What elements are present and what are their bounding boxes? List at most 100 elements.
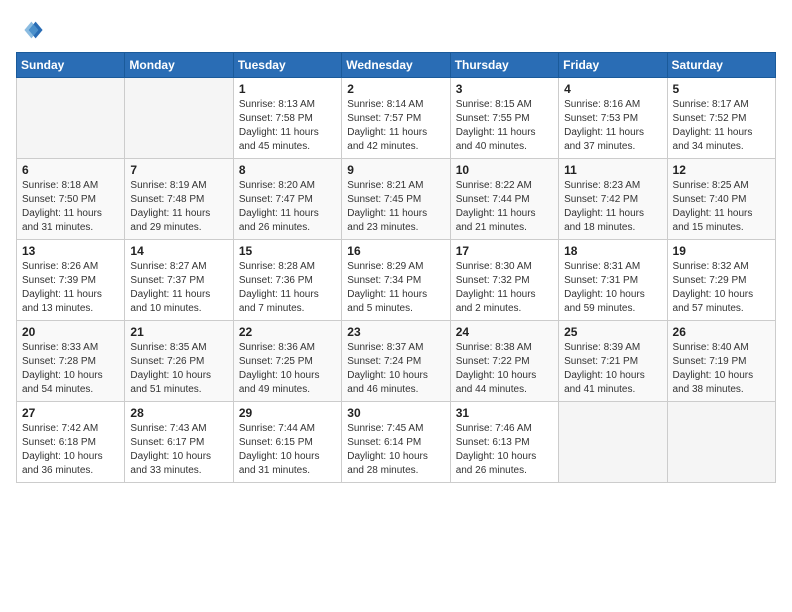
day-number: 19 [673,244,770,258]
calendar-cell: 16 Sunrise: 8:29 AM Sunset: 7:34 PM Dayli… [342,240,450,321]
calendar-cell: 18 Sunrise: 8:31 AM Sunset: 7:31 PM Dayli… [559,240,667,321]
day-info: Sunrise: 8:17 AM Sunset: 7:52 PM Dayligh… [673,98,770,154]
day-number: 17 [456,244,553,258]
calendar-cell: 17 Sunrise: 8:30 AM Sunset: 7:32 PM Dayli… [450,240,558,321]
day-info: Sunrise: 8:22 AM Sunset: 7:44 PM Dayligh… [456,179,553,235]
day-info: Sunrise: 8:30 AM Sunset: 7:32 PM Dayligh… [456,260,553,316]
day-number: 18 [564,244,661,258]
day-number: 10 [456,163,553,177]
day-info: Sunrise: 8:39 AM Sunset: 7:21 PM Dayligh… [564,341,661,397]
calendar-cell: 5 Sunrise: 8:17 AM Sunset: 7:52 PM Daylig… [667,78,775,159]
calendar-cell: 3Sunrise: 8:15 AM Sunset: 7:55 PM Daylig… [450,78,558,159]
calendar-cell: 25 Sunrise: 8:39 AM Sunset: 7:21 PM Dayli… [559,321,667,402]
calendar-cell: 2Sunrise: 8:14 AM Sunset: 7:57 PM Daylig… [342,78,450,159]
day-info: Sunrise: 8:27 AM Sunset: 7:37 PM Dayligh… [130,260,227,316]
day-info: Sunrise: 8:33 AM Sunset: 7:28 PM Dayligh… [22,341,119,397]
day-info: Sunrise: 8:29 AM Sunset: 7:34 PM Dayligh… [347,260,444,316]
day-number: 26 [673,325,770,339]
day-info: Sunrise: 7:46 AM Sunset: 6:13 PM Dayligh… [456,422,553,478]
day-number: 16 [347,244,444,258]
calendar-cell: 9 Sunrise: 8:21 AM Sunset: 7:45 PM Daylig… [342,159,450,240]
day-info: Sunrise: 8:19 AM Sunset: 7:48 PM Dayligh… [130,179,227,235]
day-info: Sunrise: 8:40 AM Sunset: 7:19 PM Dayligh… [673,341,770,397]
day-info: Sunrise: 8:25 AM Sunset: 7:40 PM Dayligh… [673,179,770,235]
calendar-cell [17,78,125,159]
calendar-cell: 13Sunrise: 8:26 AM Sunset: 7:39 PM Dayli… [17,240,125,321]
day-number: 9 [347,163,444,177]
day-number: 13 [22,244,119,258]
calendar-cell: 7 Sunrise: 8:19 AM Sunset: 7:48 PM Daylig… [125,159,233,240]
day-info: Sunrise: 8:38 AM Sunset: 7:22 PM Dayligh… [456,341,553,397]
weekday-header-sunday: Sunday [17,53,125,78]
day-number: 31 [456,406,553,420]
weekday-header-wednesday: Wednesday [342,53,450,78]
weekday-header-thursday: Thursday [450,53,558,78]
day-number: 28 [130,406,227,420]
calendar-cell: 24Sunrise: 8:38 AM Sunset: 7:22 PM Dayli… [450,321,558,402]
calendar-week-1: 1 Sunrise: 8:13 AM Sunset: 7:58 PM Daylig… [17,78,776,159]
day-number: 5 [673,82,770,96]
calendar-cell: 10 Sunrise: 8:22 AM Sunset: 7:44 PM Dayli… [450,159,558,240]
day-info: Sunrise: 8:35 AM Sunset: 7:26 PM Dayligh… [130,341,227,397]
calendar-cell: 21 Sunrise: 8:35 AM Sunset: 7:26 PM Dayli… [125,321,233,402]
calendar-cell [125,78,233,159]
logo-icon [16,16,44,44]
day-number: 12 [673,163,770,177]
logo [16,16,48,44]
calendar-cell: 22Sunrise: 8:36 AM Sunset: 7:25 PM Dayli… [233,321,341,402]
calendar-cell: 29 Sunrise: 7:44 AM Sunset: 6:15 PM Dayli… [233,402,341,483]
day-info: Sunrise: 8:16 AM Sunset: 7:53 PM Dayligh… [564,98,661,154]
calendar-cell: 19Sunrise: 8:32 AM Sunset: 7:29 PM Dayli… [667,240,775,321]
calendar-cell: 26 Sunrise: 8:40 AM Sunset: 7:19 PM Dayli… [667,321,775,402]
day-info: Sunrise: 7:45 AM Sunset: 6:14 PM Dayligh… [347,422,444,478]
calendar-cell: 28 Sunrise: 7:43 AM Sunset: 6:17 PM Dayli… [125,402,233,483]
day-number: 6 [22,163,119,177]
day-info: Sunrise: 8:23 AM Sunset: 7:42 PM Dayligh… [564,179,661,235]
calendar-cell: 12 Sunrise: 8:25 AM Sunset: 7:40 PM Dayli… [667,159,775,240]
day-number: 3 [456,82,553,96]
calendar-cell: 30 Sunrise: 7:45 AM Sunset: 6:14 PM Dayli… [342,402,450,483]
calendar-week-3: 13Sunrise: 8:26 AM Sunset: 7:39 PM Dayli… [17,240,776,321]
calendar-cell: 14 Sunrise: 8:27 AM Sunset: 7:37 PM Dayli… [125,240,233,321]
day-number: 1 [239,82,336,96]
day-info: Sunrise: 8:20 AM Sunset: 7:47 PM Dayligh… [239,179,336,235]
day-info: Sunrise: 7:43 AM Sunset: 6:17 PM Dayligh… [130,422,227,478]
day-info: Sunrise: 8:21 AM Sunset: 7:45 PM Dayligh… [347,179,444,235]
day-number: 29 [239,406,336,420]
calendar-cell: 4 Sunrise: 8:16 AM Sunset: 7:53 PM Daylig… [559,78,667,159]
calendar-header-row: SundayMondayTuesdayWednesdayThursdayFrid… [17,53,776,78]
calendar-week-2: 6Sunrise: 8:18 AM Sunset: 7:50 PM Daylig… [17,159,776,240]
day-number: 8 [239,163,336,177]
header [16,16,776,44]
day-number: 23 [347,325,444,339]
calendar-cell: 27 Sunrise: 7:42 AM Sunset: 6:18 PM Dayli… [17,402,125,483]
calendar-week-4: 20 Sunrise: 8:33 AM Sunset: 7:28 PM Dayli… [17,321,776,402]
day-number: 7 [130,163,227,177]
day-number: 21 [130,325,227,339]
day-info: Sunrise: 7:42 AM Sunset: 6:18 PM Dayligh… [22,422,119,478]
day-number: 30 [347,406,444,420]
day-info: Sunrise: 8:37 AM Sunset: 7:24 PM Dayligh… [347,341,444,397]
day-info: Sunrise: 8:31 AM Sunset: 7:31 PM Dayligh… [564,260,661,316]
day-number: 25 [564,325,661,339]
weekday-header-monday: Monday [125,53,233,78]
weekday-header-saturday: Saturday [667,53,775,78]
calendar-cell: 1 Sunrise: 8:13 AM Sunset: 7:58 PM Daylig… [233,78,341,159]
day-info: Sunrise: 7:44 AM Sunset: 6:15 PM Dayligh… [239,422,336,478]
calendar-week-5: 27 Sunrise: 7:42 AM Sunset: 6:18 PM Dayli… [17,402,776,483]
calendar-cell [667,402,775,483]
day-number: 20 [22,325,119,339]
day-number: 27 [22,406,119,420]
day-number: 22 [239,325,336,339]
day-number: 4 [564,82,661,96]
day-info: Sunrise: 8:13 AM Sunset: 7:58 PM Dayligh… [239,98,336,154]
day-info: Sunrise: 8:14 AM Sunset: 7:57 PM Dayligh… [347,98,444,154]
day-number: 14 [130,244,227,258]
day-number: 15 [239,244,336,258]
day-info: Sunrise: 8:28 AM Sunset: 7:36 PM Dayligh… [239,260,336,316]
calendar-table: SundayMondayTuesdayWednesdayThursdayFrid… [16,52,776,483]
calendar-cell [559,402,667,483]
weekday-header-tuesday: Tuesday [233,53,341,78]
calendar-cell: 6Sunrise: 8:18 AM Sunset: 7:50 PM Daylig… [17,159,125,240]
calendar-cell: 15 Sunrise: 8:28 AM Sunset: 7:36 PM Dayli… [233,240,341,321]
